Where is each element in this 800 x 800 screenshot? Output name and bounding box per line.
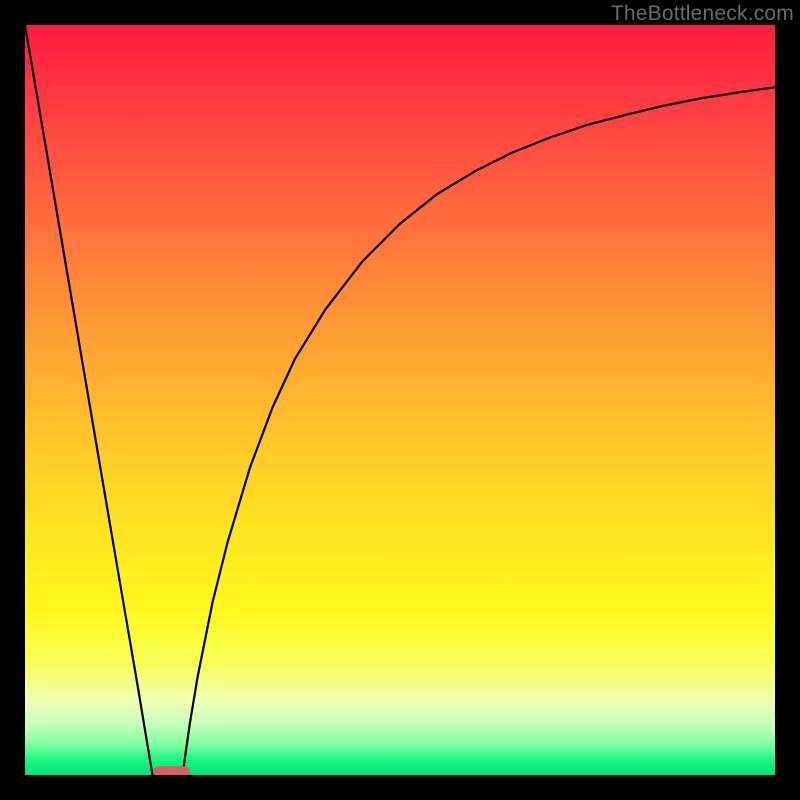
plot-area [25, 25, 775, 775]
curve-layer [25, 25, 775, 775]
baseline-marker [153, 766, 191, 775]
series-curve-ascent [183, 87, 776, 775]
series-linear-descent [25, 25, 153, 775]
chart-frame: TheBottleneck.com [0, 0, 800, 800]
watermark-text: TheBottleneck.com [611, 2, 794, 26]
